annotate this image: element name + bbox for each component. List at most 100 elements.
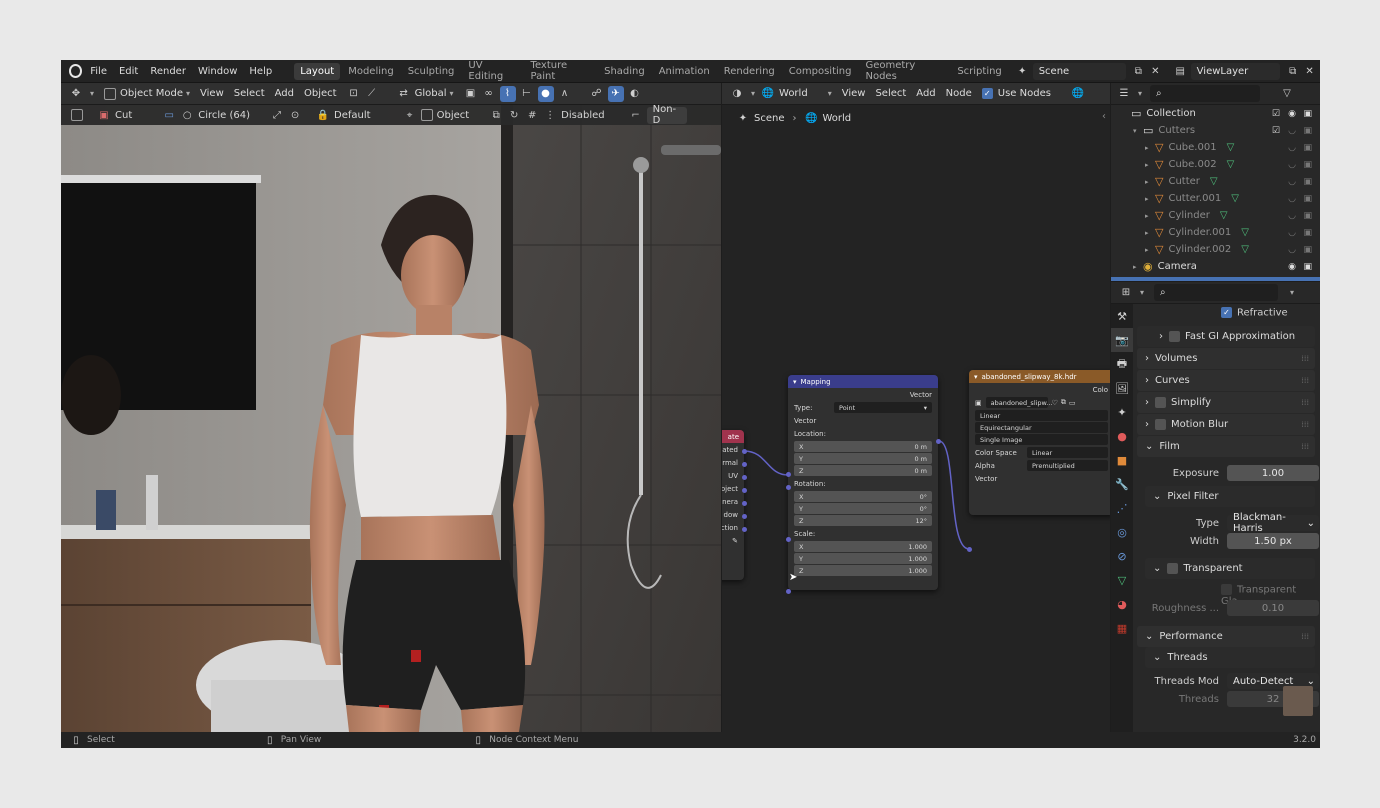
tab-geometry-nodes[interactable]: Geometry Nodes xyxy=(859,60,949,85)
motion-blur-panel[interactable]: › Motion Blur ⁞⁞⁞ xyxy=(1137,414,1315,435)
render-camera-icon[interactable]: ▣ xyxy=(1303,177,1312,187)
modifier-icon[interactable]: ▽ xyxy=(1241,227,1249,238)
use-nodes-checkbox[interactable]: ✓ Use Nodes xyxy=(981,88,1051,99)
alpha-dropdown[interactable]: Premultiplied xyxy=(1027,460,1108,471)
open-folder-icon[interactable]: ▭ xyxy=(1069,399,1076,407)
location-x-field[interactable]: X 0 m xyxy=(794,441,932,452)
blender-logo-icon[interactable] xyxy=(69,64,83,78)
scale-y-field[interactable]: Y 1.000 xyxy=(794,553,932,564)
modifier-icon[interactable]: ▽ xyxy=(1210,176,1218,187)
outliner-item[interactable]: ▸ ▽ Cube.001 ▽ ◡ ▣ xyxy=(1111,139,1320,156)
exclude-checkbox-icon[interactable]: ☑ xyxy=(1272,109,1280,119)
collapse-toggle-icon[interactable]: ▸ xyxy=(1145,229,1155,237)
filter-type-dropdown[interactable]: Blackman-Harris ⌄ xyxy=(1227,512,1319,534)
render-camera-icon[interactable]: ▣ xyxy=(1303,126,1312,136)
scale-z-field[interactable]: Z 1.000 xyxy=(794,565,932,576)
hidden-eye-icon[interactable]: ◡ xyxy=(1288,143,1296,153)
hidden-eye-icon[interactable]: ◡ xyxy=(1288,228,1296,238)
material-tab-icon[interactable]: ◕ xyxy=(1111,592,1133,616)
fast-gi-subpanel[interactable]: › Fast GI Approximation xyxy=(1137,326,1315,347)
tab-layout[interactable]: Layout xyxy=(294,62,341,80)
socket-uv[interactable] xyxy=(742,475,747,480)
rectangle-icon[interactable]: ▭ xyxy=(162,108,176,122)
drag-handle-icon[interactable]: ⁞⁞⁞ xyxy=(1301,354,1309,363)
proportional-icon[interactable]: ⟋ xyxy=(365,87,379,101)
threads-subpanel[interactable]: ⌄ Threads xyxy=(1145,647,1315,668)
modifier-icon[interactable]: ▽ xyxy=(1241,244,1249,255)
tab-shading[interactable]: Shading xyxy=(598,63,651,80)
pixel-filter-subpanel[interactable]: ⌄ Pixel Filter xyxy=(1145,486,1315,507)
new-scene-icon[interactable]: ⧉ xyxy=(1132,64,1145,78)
scene-field[interactable]: Scene xyxy=(1032,62,1126,80)
socket-camera[interactable] xyxy=(742,501,747,506)
transparent-subpanel[interactable]: ⌄ Transparent xyxy=(1145,558,1315,579)
render-camera-icon[interactable]: ▣ xyxy=(1303,211,1312,221)
socket-mapping-vector-in[interactable] xyxy=(786,472,791,477)
rotation-y-field[interactable]: Y 0° xyxy=(794,503,932,514)
render-camera-icon[interactable]: ▣ xyxy=(1303,262,1312,272)
operand-dropdown[interactable]: Object xyxy=(420,109,469,121)
view-layer-field[interactable]: ViewLayer xyxy=(1190,62,1281,80)
solver-dropdown[interactable]: ⋮ Disabled xyxy=(543,108,604,122)
tab-texture-paint[interactable]: Texture Paint xyxy=(525,60,597,85)
hidden-eye-icon[interactable]: ◡ xyxy=(1288,177,1296,187)
outliner-item[interactable]: ▸ ▽ Cutter ▽ ◡ ▣ xyxy=(1111,173,1320,190)
snap-target-icon[interactable]: ⊢ xyxy=(520,87,534,101)
collapse-toggle-icon[interactable]: ▸ xyxy=(1145,178,1155,186)
texture-coordinate-node[interactable]: ate ated rmal UV bject nera dow ction ✎ xyxy=(722,430,744,580)
curves-panel[interactable]: › Curves ⁞⁞⁞ xyxy=(1137,370,1315,391)
object-menu[interactable]: Object xyxy=(304,88,337,99)
tool-tab-icon[interactable]: ⚒ xyxy=(1111,304,1133,328)
modifier-icon[interactable]: ▽ xyxy=(1231,193,1239,204)
menu-render[interactable]: Render xyxy=(150,66,186,77)
node-editor-type-icon[interactable]: ◑ xyxy=(730,87,744,101)
interpolation-dropdown[interactable]: Linear xyxy=(975,410,1108,421)
filter-width-field[interactable]: 1.50 px xyxy=(1227,533,1319,549)
outliner-item[interactable]: ▸ ▽ Cylinder ▽ ◡ ▣ xyxy=(1111,207,1320,224)
particles-tab-icon[interactable]: ⋰ xyxy=(1111,496,1133,520)
render-camera-icon[interactable]: ▣ xyxy=(1303,109,1312,119)
scene-selector-icon[interactable]: ✦ xyxy=(1016,64,1029,78)
simplify-panel[interactable]: › Simplify ⁞⁞⁞ xyxy=(1137,392,1315,413)
delete-scene-icon[interactable]: ✕ xyxy=(1149,64,1162,78)
location-y-field[interactable]: Y 0 m xyxy=(794,453,932,464)
drag-handle-icon[interactable]: ⁞⁞⁞ xyxy=(1301,376,1309,385)
render-camera-icon[interactable]: ▣ xyxy=(1303,194,1312,204)
socket-location[interactable] xyxy=(786,485,791,490)
rotate-icon[interactable]: ↻ xyxy=(507,108,521,122)
bevel-icon[interactable]: ⌐ xyxy=(629,108,643,122)
view-layer-tab-icon[interactable]: 🖼 xyxy=(1111,376,1133,400)
drag-handle-icon[interactable]: ⁞⁞⁞ xyxy=(1301,398,1309,407)
data-tab-icon[interactable]: ▽ xyxy=(1111,568,1133,592)
modifier-icon[interactable]: ▽ xyxy=(1220,210,1228,221)
new-view-layer-icon[interactable]: ⧉ xyxy=(1286,64,1299,78)
active-tool-icon[interactable] xyxy=(71,109,83,121)
link-icon[interactable]: ∞ xyxy=(482,87,496,101)
falloff-icon[interactable]: ∧ xyxy=(558,87,572,101)
socket-rotation[interactable] xyxy=(786,537,791,542)
collapse-toggle-icon[interactable]: ▸ xyxy=(1145,246,1155,254)
layer-dropdown[interactable]: 🔒 Default xyxy=(316,108,371,122)
origin-icon[interactable]: ⊙ xyxy=(288,108,302,122)
image-field[interactable]: abandoned_slipw... xyxy=(985,397,1052,408)
snap-icon[interactable]: ⊡ xyxy=(347,87,361,101)
socket-generated[interactable] xyxy=(742,449,747,454)
volumes-panel[interactable]: › Volumes ⁞⁞⁞ xyxy=(1137,348,1315,369)
node-add-menu[interactable]: Add xyxy=(916,88,935,99)
cursor-icon[interactable]: ⌖ xyxy=(403,108,417,122)
hidden-eye-icon[interactable]: ◡ xyxy=(1288,160,1296,170)
overlay-icon[interactable]: ◐ xyxy=(628,87,642,101)
modifier-tab-icon[interactable]: 🔧 xyxy=(1111,472,1133,496)
add-menu[interactable]: Add xyxy=(275,88,294,99)
output-tab-icon[interactable]: 🖶 xyxy=(1111,352,1133,376)
film-panel[interactable]: ⌄ Film ⁞⁞⁞ xyxy=(1137,436,1315,457)
duplicate-icon[interactable]: ⧉ xyxy=(1061,398,1066,407)
render-camera-icon[interactable]: ▣ xyxy=(1303,160,1312,170)
collapse-toggle-icon[interactable]: ▸ xyxy=(1145,212,1155,220)
properties-search-input[interactable]: ⌕ xyxy=(1154,284,1279,301)
select-menu[interactable]: Select xyxy=(234,88,265,99)
colorspace-dropdown[interactable]: Linear xyxy=(1027,447,1108,458)
collapse-icon[interactable]: ▾ xyxy=(974,373,978,381)
snap-toggle-icon[interactable]: ⌇ xyxy=(499,85,516,102)
menu-help[interactable]: Help xyxy=(249,66,272,77)
